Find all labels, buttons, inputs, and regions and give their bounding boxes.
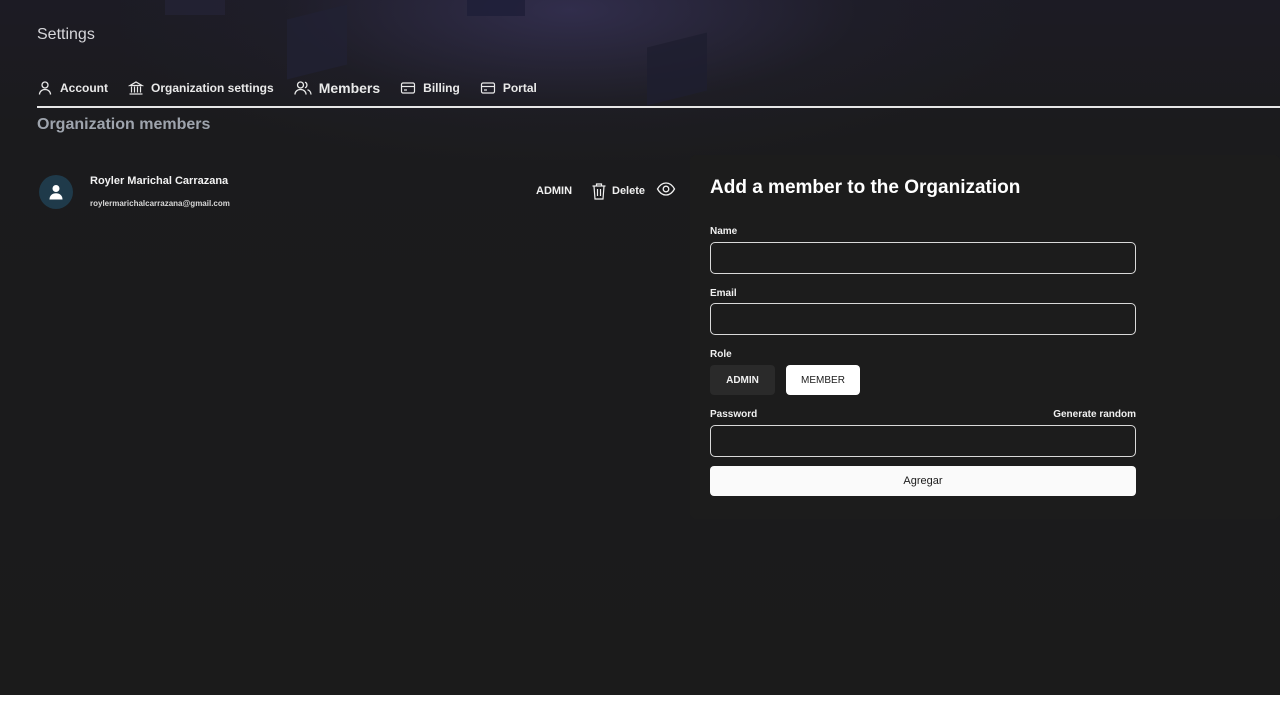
password-label: Password xyxy=(710,409,758,420)
avatar xyxy=(39,175,73,209)
page-title: Settings xyxy=(37,26,95,43)
tab-label: Organization settings xyxy=(151,81,274,95)
email-label: Email xyxy=(710,288,737,299)
bank-icon xyxy=(128,81,144,95)
section-title: Organization members xyxy=(37,116,211,133)
credit-card-icon xyxy=(401,82,416,94)
member-email: roylermarichalcarrazana@gmail.com xyxy=(90,199,230,208)
add-member-button[interactable]: Agregar xyxy=(710,466,1136,496)
tab-account[interactable]: Account xyxy=(37,80,108,96)
delete-label: Delete xyxy=(612,185,646,197)
tab-portal[interactable]: Portal xyxy=(480,80,537,96)
member-role: ADMIN xyxy=(536,185,573,197)
panel-title: Add a member to the Organization xyxy=(710,177,1021,198)
email-field[interactable] xyxy=(710,303,1136,335)
credit-card-icon xyxy=(480,82,495,94)
tab-label: Portal xyxy=(502,81,537,95)
users-icon xyxy=(294,81,312,95)
member-name: Royler Marichal Carrazana xyxy=(90,175,229,187)
name-field[interactable] xyxy=(710,242,1136,274)
list-item: Royler Marichal Carrazana roylermarichal… xyxy=(39,172,679,214)
name-label: Name xyxy=(710,226,738,237)
add-member-panel: Add a member to the Organization Name Em… xyxy=(690,155,1280,519)
tab-label: Members xyxy=(318,80,381,96)
tab-billing[interactable]: Billing xyxy=(400,80,460,96)
role-admin-button[interactable]: ADMIN xyxy=(710,365,775,395)
tab-label: Account xyxy=(60,81,108,95)
tabs-divider xyxy=(37,106,1280,108)
role-label: Role xyxy=(710,349,732,360)
background-tile xyxy=(165,0,225,15)
user-icon xyxy=(38,81,52,95)
trash-icon xyxy=(592,183,606,200)
eye-icon[interactable] xyxy=(656,180,676,198)
tab-members[interactable]: Members xyxy=(294,79,380,97)
delete-button[interactable]: Delete xyxy=(591,181,645,201)
password-field[interactable] xyxy=(710,425,1136,457)
tab-label: Billing xyxy=(423,81,460,95)
background-tile xyxy=(467,0,525,16)
role-member-button[interactable]: MEMBER xyxy=(786,365,860,395)
user-icon xyxy=(49,185,63,200)
tab-organization-settings[interactable]: Organization settings xyxy=(128,80,274,96)
app-window: Settings Account Organization settings M… xyxy=(0,0,1280,695)
generate-random-link[interactable]: Generate random xyxy=(1053,409,1136,420)
settings-tabs: Account Organization settings Members Bi… xyxy=(37,78,537,98)
